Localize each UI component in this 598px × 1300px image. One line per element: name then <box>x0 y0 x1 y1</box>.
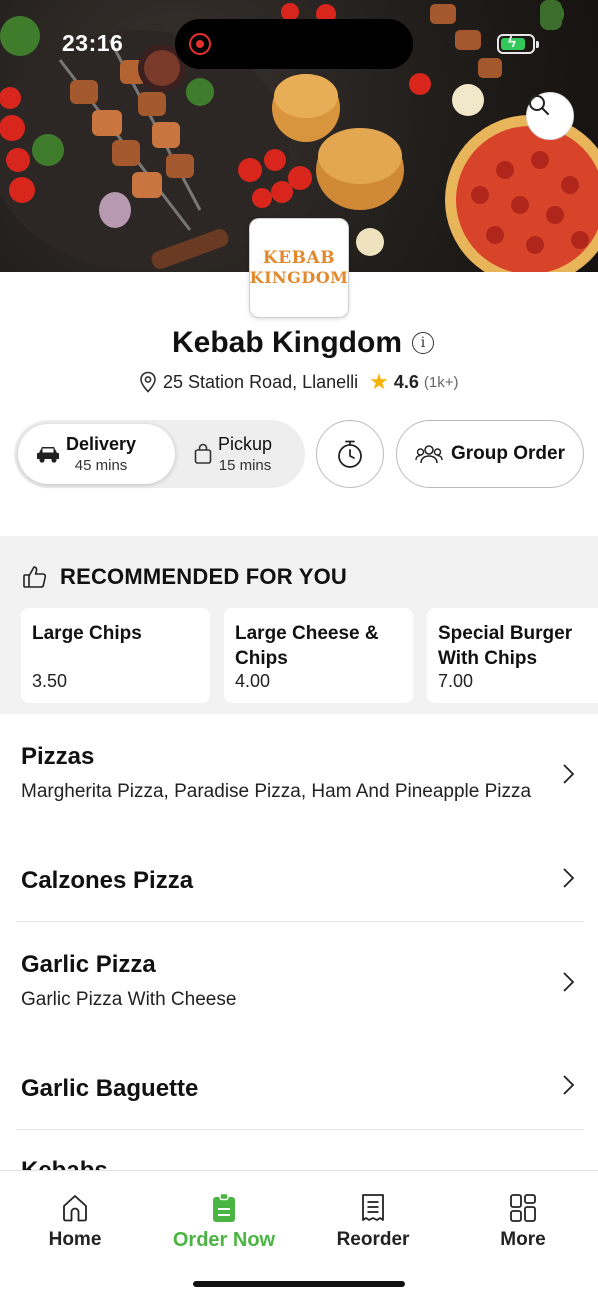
pickup-label: Pickup <box>218 434 273 454</box>
rating-value: 4.6 <box>393 371 419 392</box>
category-title: Pizzas <box>21 743 95 770</box>
recommended-item[interactable]: Large Cheese & Chips 4.00 <box>224 608 413 703</box>
delivery-time: 45 mins <box>74 457 128 474</box>
item-price: 3.50 <box>32 671 68 691</box>
order-bag-icon <box>213 1193 235 1222</box>
search-button[interactable] <box>526 92 574 140</box>
grid-icon <box>510 1194 536 1222</box>
info-icon[interactable]: i <box>412 332 434 354</box>
group-order-button[interactable]: Group Order <box>396 420 584 488</box>
pickup-option[interactable]: Pickup 15 mins <box>180 424 300 484</box>
category-title: Calzones Pizza <box>21 867 194 894</box>
location-pin-icon <box>140 371 156 393</box>
store-logo: KEBAB KINGDOM <box>249 218 349 318</box>
order-mode-toggle: Delivery 45 mins Pickup 15 mins <box>14 420 305 488</box>
rating-count: (1k+) <box>423 373 459 391</box>
search-icon <box>529 95 549 115</box>
category-row-calzones[interactable]: Calzones Pizza <box>0 840 598 920</box>
recommended-section: RECOMMENDED FOR YOU Large Chips 3.50 Lar… <box>0 536 598 714</box>
chevron-right-icon <box>563 764 575 784</box>
item-name: Large Cheese & Chips <box>235 623 379 669</box>
category-subtitle: Margherita Pizza, Paradise Pizza, Ham An… <box>21 781 532 802</box>
store-address-row: 25 Station Road, Llanelli ★ 4.6 (1k+) <box>138 369 459 395</box>
tab-label: More <box>500 1229 546 1250</box>
store-title-row: Kebab Kingdom i <box>172 326 434 360</box>
home-indicator[interactable] <box>193 1281 405 1287</box>
delivery-label: Delivery <box>66 434 137 454</box>
home-icon <box>63 1195 87 1222</box>
item-price: 4.00 <box>235 671 271 691</box>
receipt-icon <box>362 1194 384 1221</box>
tab-reorder[interactable]: Reorder <box>308 1193 438 1251</box>
category-row-garlic-pizza[interactable]: Garlic Pizza Garlic Pizza With Cheese <box>0 922 598 1028</box>
chevron-right-icon <box>563 868 575 888</box>
tab-order-now[interactable]: Order Now <box>159 1193 289 1252</box>
chevron-right-icon <box>563 972 575 992</box>
store-name: Kebab Kingdom <box>172 326 402 359</box>
category-row-kebabs[interactable]: Kebabs <box>0 1130 598 1170</box>
logo-text-line1: KEBAB <box>262 248 336 268</box>
tab-label: Home <box>48 1229 102 1250</box>
category-row-garlic-baguette[interactable]: Garlic Baguette <box>0 1048 598 1128</box>
tab-label: Reorder <box>336 1229 410 1250</box>
group-order-label: Group Order <box>450 443 565 464</box>
category-title: Garlic Baguette <box>21 1075 199 1102</box>
thumbs-up-icon <box>23 566 47 588</box>
delivery-option[interactable]: Delivery 45 mins <box>18 424 175 484</box>
tab-home[interactable]: Home <box>10 1193 140 1251</box>
star-icon: ★ <box>369 369 389 394</box>
recommended-item[interactable]: Special Burger With Chips 7.00 <box>427 608 598 703</box>
schedule-button[interactable] <box>316 420 384 488</box>
pickup-time: 15 mins <box>218 457 272 474</box>
screen-recording-icon <box>189 33 211 55</box>
recommended-heading: RECOMMENDED FOR YOU <box>60 564 347 589</box>
car-icon <box>37 447 59 463</box>
battery-icon: ϟ <box>497 34 539 54</box>
dynamic-island <box>175 19 413 69</box>
recommended-header: RECOMMENDED FOR YOU <box>22 564 347 590</box>
group-people-icon <box>415 445 443 464</box>
tab-label: Order Now <box>172 1229 276 1251</box>
category-title: Kebabs <box>21 1157 108 1170</box>
category-title: Garlic Pizza <box>21 951 156 978</box>
shopping-bag-icon <box>194 443 212 464</box>
item-price: 7.00 <box>438 671 474 691</box>
logo-text-line2: KINGDOM <box>249 268 349 287</box>
status-bar-time: 23:16 <box>62 30 124 56</box>
recommended-cards: Large Chips 3.50 Large Cheese & Chips 4.… <box>21 608 598 703</box>
category-row-pizzas[interactable]: Pizzas Margherita Pizza, Paradise Pizza,… <box>0 714 598 820</box>
stopwatch-icon <box>338 440 362 468</box>
category-subtitle: Garlic Pizza With Cheese <box>21 989 237 1010</box>
item-name: Large Chips <box>32 623 142 644</box>
item-name: Special Burger With Chips <box>438 623 573 669</box>
tab-more[interactable]: More <box>458 1193 588 1251</box>
store-address: 25 Station Road, Llanelli <box>163 371 359 392</box>
recommended-item[interactable]: Large Chips 3.50 <box>21 608 210 703</box>
chevron-right-icon <box>563 1075 575 1095</box>
